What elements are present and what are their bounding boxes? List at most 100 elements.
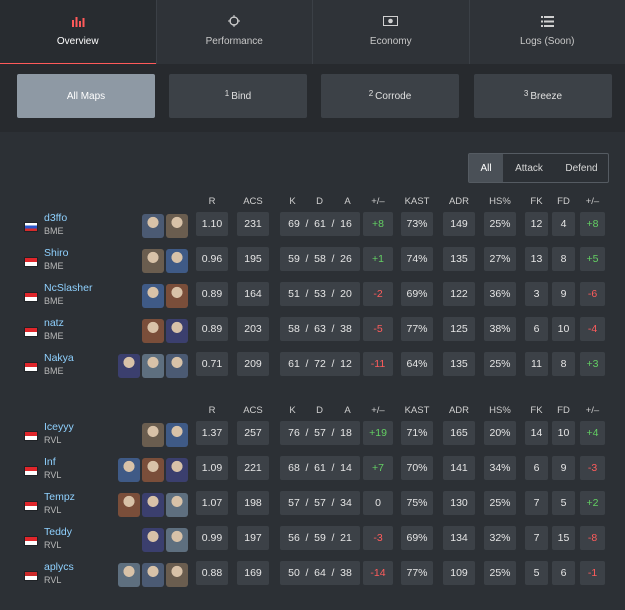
money-icon [313, 14, 469, 28]
first-deaths-cell: 10 [552, 317, 575, 341]
map-label: Bind [231, 90, 252, 102]
first-kill-diff-cell: +3 [580, 352, 605, 376]
player-name-link[interactable]: natz [44, 317, 64, 329]
team-tag: RVL [44, 575, 62, 585]
hs-percent-cell: 25% [484, 491, 516, 515]
tab-performance[interactable]: Performance [157, 0, 313, 64]
adr-cell: 125 [443, 317, 475, 341]
team-tag: BME [44, 331, 64, 341]
kills-value: 68 [288, 462, 300, 474]
column-header: FK [530, 196, 543, 207]
column-header: +/– [585, 196, 600, 207]
rating-cell: 1.07 [196, 491, 228, 515]
map-number: 2 [368, 88, 374, 98]
column-header: A [344, 405, 351, 416]
crosshair-icon [157, 14, 313, 28]
deaths-value: 57 [314, 497, 326, 509]
player-row: Tempz RVL 1.07 198 75% 130 25% 7 5 57/57/34 0 +2 [0, 491, 625, 526]
hs-percent-cell: 25% [484, 352, 516, 376]
kill-diff-cell: 0 [363, 491, 393, 515]
agent-icons [118, 354, 190, 378]
acs-cell: 221 [237, 456, 269, 480]
country-flag-icon [24, 501, 38, 511]
adr-cell: 109 [443, 561, 475, 585]
kill-diff-cell: -5 [363, 317, 393, 341]
assists-value: 20 [340, 288, 352, 300]
map-number: 3 [523, 88, 529, 98]
team-tag: RVL [44, 435, 62, 445]
tab-bar: Overview Performance Economy Logs (Soon) [0, 0, 625, 65]
first-kills-cell: 12 [525, 212, 548, 236]
map-corrode-button[interactable]: 2 Corrode [321, 74, 459, 118]
column-header: FD [557, 196, 570, 207]
country-flag-icon [24, 536, 38, 546]
rating-cell: 0.88 [196, 561, 228, 585]
player-name-link[interactable]: NcSlasher [44, 282, 92, 294]
deaths-value: 61 [314, 218, 326, 230]
rating-cell: 1.10 [196, 212, 228, 236]
team-tag: RVL [44, 470, 62, 480]
kda-cell: 69/61/16 [280, 212, 360, 236]
first-kill-diff-cell: +2 [580, 491, 605, 515]
map-label: Corrode [375, 90, 412, 102]
first-deaths-cell: 8 [552, 352, 575, 376]
hs-percent-cell: 32% [484, 526, 516, 550]
kills-value: 59 [288, 253, 300, 265]
adr-cell: 149 [443, 212, 475, 236]
country-flag-icon [24, 257, 38, 267]
acs-cell: 209 [237, 352, 269, 376]
tab-overview[interactable]: Overview [0, 0, 157, 65]
agent-portrait-icon [142, 249, 164, 273]
agent-portrait-icon [166, 458, 188, 482]
country-flag-icon [24, 362, 38, 372]
first-deaths-cell: 10 [552, 421, 575, 445]
map-all-button[interactable]: All Maps [17, 74, 155, 118]
filter-all-button[interactable]: All [469, 154, 503, 182]
adr-cell: 141 [443, 456, 475, 480]
first-kill-diff-cell: +4 [580, 421, 605, 445]
kills-value: 61 [288, 358, 300, 370]
first-kill-diff-cell: +8 [580, 212, 605, 236]
agent-portrait-icon [118, 563, 140, 587]
agent-icons [142, 319, 190, 343]
kast-cell: 74% [401, 247, 433, 271]
filter-defend-button[interactable]: Defend [555, 154, 608, 182]
country-flag-icon [24, 431, 38, 441]
first-kills-cell: 6 [525, 456, 548, 480]
player-row: Inf RVL 1.09 221 70% 141 34% 6 9 68/61/14 +7 -3 [0, 456, 625, 491]
player-name-link[interactable]: d3ffo [44, 212, 67, 224]
rating-cell: 1.37 [196, 421, 228, 445]
map-bind-button[interactable]: 1 Bind [169, 74, 307, 118]
player-name-link[interactable]: Iceyyy [44, 421, 74, 433]
kda-cell: 76/57/18 [280, 421, 360, 445]
kills-value: 57 [288, 497, 300, 509]
column-header: HS% [489, 405, 511, 416]
player-name-link[interactable]: Tempz [44, 491, 75, 503]
assists-value: 26 [340, 253, 352, 265]
first-deaths-cell: 9 [552, 282, 575, 306]
player-name-link[interactable]: aplycs [44, 561, 74, 573]
tab-logs[interactable]: Logs (Soon) [470, 0, 625, 64]
kda-cell: 68/61/14 [280, 456, 360, 480]
assists-value: 12 [340, 358, 352, 370]
agent-icons [118, 563, 190, 587]
kill-diff-cell: -14 [363, 561, 393, 585]
first-kills-cell: 6 [525, 317, 548, 341]
filter-attack-button[interactable]: Attack [503, 154, 555, 182]
first-kills-cell: 11 [525, 352, 548, 376]
column-header: HS% [489, 196, 511, 207]
player-name-link[interactable]: Inf [44, 456, 56, 468]
rating-cell: 0.89 [196, 282, 228, 306]
column-header: KAST [404, 405, 430, 416]
map-selector: All Maps 1 Bind 2 Corrode 3 Breeze [0, 64, 625, 132]
tab-economy[interactable]: Economy [313, 0, 470, 64]
assists-value: 38 [340, 567, 352, 579]
map-breeze-button[interactable]: 3 Breeze [474, 74, 612, 118]
player-name-link[interactable]: Shiro [44, 247, 69, 259]
rating-cell: 0.71 [196, 352, 228, 376]
player-name-link[interactable]: Teddy [44, 526, 72, 538]
team-tag: BME [44, 226, 64, 236]
column-header: ACS [243, 405, 263, 416]
deaths-value: 61 [314, 462, 326, 474]
player-name-link[interactable]: Nakya [44, 352, 74, 364]
